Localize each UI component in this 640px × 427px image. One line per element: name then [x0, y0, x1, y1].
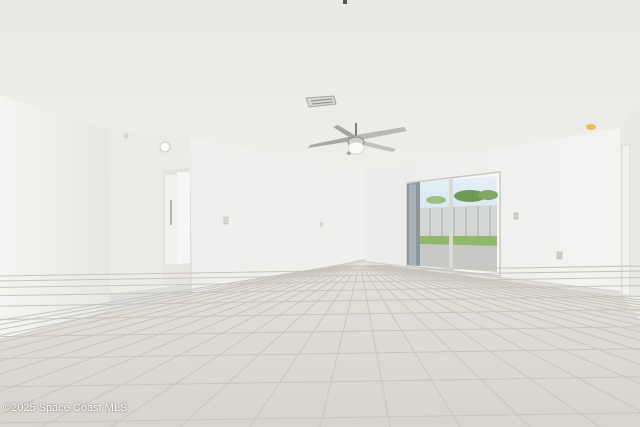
sliding-glass-door [406, 171, 501, 277]
smoke-detector [586, 124, 596, 130]
electrical-outlet-low [556, 251, 563, 260]
left-wall [0, 95, 110, 340]
electrical-outlet [513, 212, 519, 220]
room-illustration [0, 0, 640, 427]
wall-light-switch [223, 216, 229, 225]
wall-thermostat [320, 222, 323, 227]
hallway-light [159, 141, 171, 153]
mls-watermark: ©2025 Space Coast MLS [3, 402, 128, 414]
room-photo: ©2025 Space Coast MLS [0, 0, 640, 427]
